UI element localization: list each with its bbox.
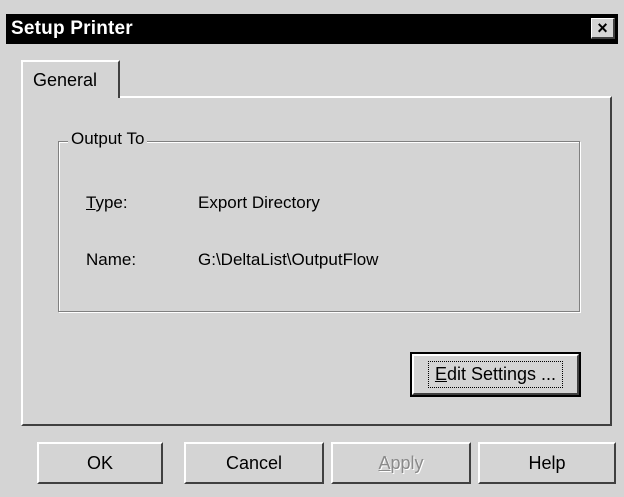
output-to-legend: Output To (68, 129, 148, 149)
output-to-groupbox: Output To (58, 129, 580, 312)
type-value: Export Directory (198, 193, 320, 212)
help-button-label: Help (528, 452, 566, 473)
ok-button-label: OK (86, 452, 113, 473)
ok-button[interactable]: OK (37, 442, 163, 484)
name-label: Name: (86, 250, 137, 269)
apply-button[interactable]: Apply (331, 442, 471, 484)
edit-settings-button[interactable]: Edit Settings ... (410, 352, 581, 397)
cancel-button-label: Cancel (225, 452, 283, 473)
edit-settings-label: Edit Settings ... (427, 361, 564, 388)
tab-general[interactable]: General (21, 60, 120, 98)
help-button[interactable]: Help (478, 442, 616, 484)
close-icon: × (597, 18, 608, 38)
window-title: Setup Printer (11, 18, 133, 39)
title-bar[interactable]: Setup Printer × (6, 14, 618, 44)
type-label: Type: (86, 193, 128, 212)
apply-button-label: Apply (378, 452, 424, 473)
tab-general-label: General (33, 70, 98, 90)
name-value: G:\DeltaList\OutputFlow (198, 250, 379, 269)
close-button[interactable]: × (591, 18, 615, 39)
setup-printer-dialog: Setup Printer × General Output To Type: … (0, 0, 624, 497)
cancel-button[interactable]: Cancel (184, 442, 324, 484)
